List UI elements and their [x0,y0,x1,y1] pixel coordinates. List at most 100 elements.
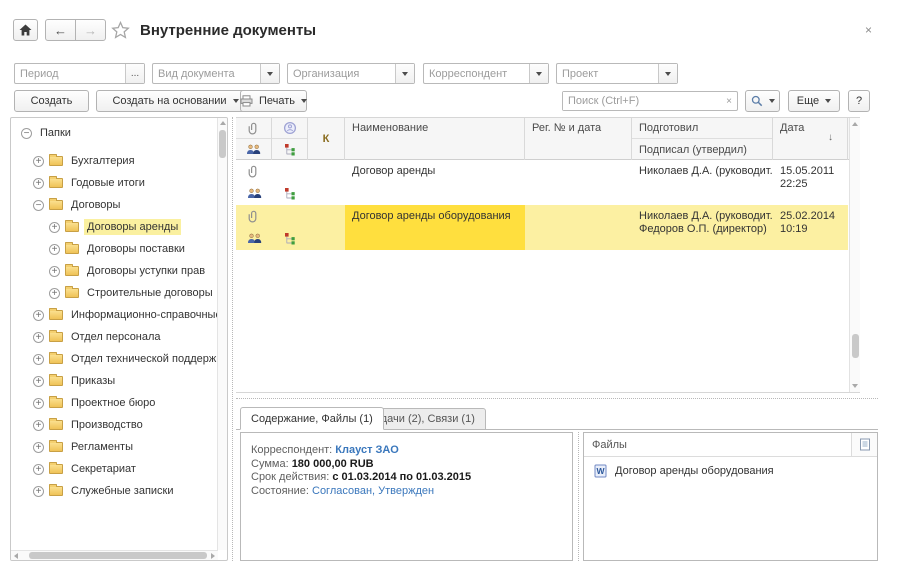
tree-horizontal-scrollbar[interactable] [11,550,218,560]
scroll-right-icon[interactable] [211,553,215,559]
tree-item-sekretariat[interactable]: +Секретариат [11,459,139,479]
doc-type-dropdown-button[interactable] [260,64,279,83]
organization-dropdown-button[interactable] [395,64,414,83]
tree-item-label: Договоры уступки прав [84,263,208,279]
header-col-name[interactable]: Наименование [345,118,525,160]
tree-item-buhgalteria[interactable]: +Бухгалтерия [11,151,138,171]
tree-root-folders[interactable]: −Папки [11,123,74,143]
expand-icon[interactable]: + [33,156,44,167]
search-input[interactable] [563,92,721,110]
expand-icon[interactable]: + [49,266,60,277]
header-col-status[interactable] [272,118,308,160]
tree-item-dogovory[interactable]: −Договоры [11,195,123,215]
tree-item-proizvodstvo[interactable]: +Производство [11,415,146,435]
tree-item-godovye-itogi[interactable]: +Годовые итоги [11,173,148,193]
files-header: Файлы [584,433,877,457]
expand-icon[interactable]: + [33,464,44,475]
file-list-item[interactable]: W Договор аренды оборудования [584,457,877,478]
search-button[interactable] [745,90,780,112]
tree-item-dogovory-postavki[interactable]: +Договоры поставки [11,239,188,259]
collapse-icon[interactable]: − [33,200,44,211]
folder-icon [49,310,63,320]
tree-item-proektnoe-buro[interactable]: +Проектное бюро [11,393,158,413]
tree-scrollbar-thumb[interactable] [29,552,207,559]
expand-icon[interactable]: + [33,420,44,431]
open-file-button[interactable] [851,433,877,456]
cell-name[interactable]: Договор аренды [345,160,525,205]
expand-icon[interactable]: + [33,178,44,189]
tree-item-stroitelnye[interactable]: +Строительные договоры [11,283,216,303]
expand-icon[interactable]: + [33,442,44,453]
header-col-prepared-signed[interactable]: Подготовил Подписал (утвердил) [632,118,773,160]
expand-icon[interactable]: + [49,244,60,255]
tree-item-sluzhebnye-zapiski[interactable]: +Служебные записки [11,481,177,501]
folder-icon [65,244,79,254]
back-button[interactable]: ← [45,19,76,41]
correspondent-input[interactable] [424,64,529,83]
tab-content-files[interactable]: Содержание, Файлы (1) [240,407,384,430]
tree-item-info-spravochnye[interactable]: +Информационно-справочные [11,305,225,325]
chevron-down-icon [233,99,239,103]
table-row[interactable]: Договор аренды Николаев Д.А. (руководит.… [236,160,860,205]
header-col-attachments[interactable] [236,118,272,160]
print-button[interactable]: Печать [240,90,307,112]
header-col-k[interactable]: К [308,118,345,160]
users-icon [246,144,261,155]
favorite-star-icon[interactable] [111,21,130,42]
tree-table-splitter[interactable] [232,117,233,561]
details-files-splitter[interactable] [578,432,579,561]
home-button[interactable] [13,19,38,41]
scroll-up-icon[interactable] [220,121,226,125]
search-clear-icon[interactable]: × [721,92,737,110]
tree-item-label: Приказы [68,373,118,389]
expand-icon[interactable]: + [33,332,44,343]
tree-item-otdel-personala[interactable]: +Отдел персонала [11,327,164,347]
cell-attachment [236,205,272,250]
state-links[interactable]: Согласован, Утвержден [312,485,434,497]
tree-item-dogovory-ustupki[interactable]: + Договоры уступки прав [11,261,208,281]
tree-item-dogovory-arendy[interactable]: +Договоры аренды [11,217,181,237]
expand-icon[interactable]: + [33,354,44,365]
project-input[interactable] [557,64,658,83]
collapse-icon[interactable]: − [21,128,32,139]
tree-scrollbar-thumb[interactable] [219,130,226,158]
correspondent-link[interactable]: Клауст ЗАО [335,444,398,456]
file-name: Договор аренды оборудования [615,465,774,477]
expand-icon[interactable]: + [33,310,44,321]
tree-item-prikazy[interactable]: + Приказы [11,371,118,391]
table-details-splitter[interactable] [236,398,878,399]
expand-icon[interactable]: + [33,376,44,387]
expand-icon[interactable]: + [33,486,44,497]
expand-icon[interactable]: + [33,398,44,409]
project-dropdown-button[interactable] [658,64,677,83]
scroll-left-icon[interactable] [14,553,18,559]
tree-item-otdel-podderzhki[interactable]: +Отдел технической поддержки [11,349,228,369]
help-button[interactable]: ? [848,90,870,112]
expand-icon[interactable]: + [49,222,60,233]
cell-name-active[interactable]: Договор аренды оборудования [345,205,525,250]
organization-input[interactable] [288,64,395,83]
create-button[interactable]: Создать [14,90,89,112]
table-vertical-scrollbar[interactable] [849,118,860,392]
table-scrollbar-thumb[interactable] [852,334,859,358]
create-based-on-button[interactable]: Создать на основании [96,90,255,112]
tree-vertical-scrollbar[interactable] [217,118,227,550]
close-icon[interactable]: × [865,23,872,37]
sort-descending-icon: ↓ [828,132,833,143]
folder-icon [65,288,79,298]
period-input[interactable] [15,64,125,83]
scroll-down-icon[interactable] [852,384,858,388]
header-col-reg[interactable]: Рег. № и дата [525,118,632,160]
expand-icon[interactable]: + [49,288,60,299]
forward-button[interactable]: → [75,19,106,41]
doc-type-input[interactable] [153,64,260,83]
folder-icon [65,222,79,232]
table-row-selected[interactable]: Договор аренды оборудования Николаев Д.А… [236,205,860,250]
scroll-up-icon[interactable] [852,122,858,126]
period-ellipsis-button[interactable]: ... [125,64,144,83]
correspondent-dropdown-button[interactable] [529,64,548,83]
tree-item-reglamenty[interactable]: +Регламенты [11,437,136,457]
header-col-date[interactable]: Дата ↓ [773,118,848,160]
more-button[interactable]: Еще [788,90,840,112]
validity-label: Срок действия: [251,471,332,483]
